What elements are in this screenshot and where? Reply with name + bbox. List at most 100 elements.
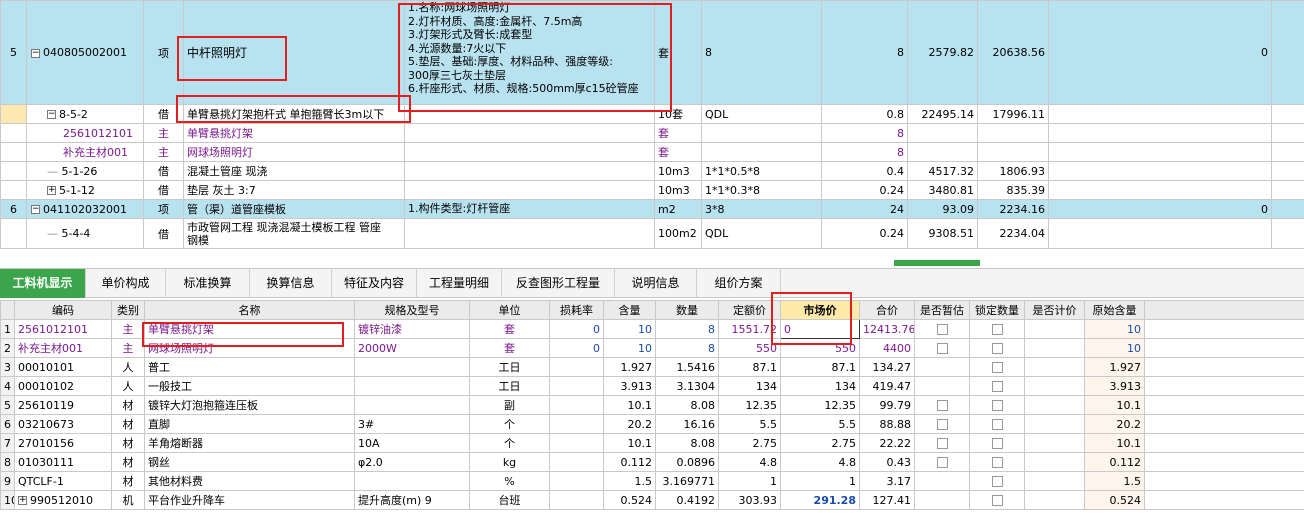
priced-checkbox[interactable] <box>1024 490 1085 510</box>
priced-checkbox[interactable] <box>1024 433 1085 453</box>
resource-row[interactable]: 2 补充主材001 主网球场照明灯 2000W 套 0 10 8 550 550 4400 10 <box>0 338 1304 358</box>
resource-code[interactable]: +990512010 <box>14 490 112 510</box>
checkbox-box[interactable] <box>936 419 948 430</box>
checkbox-box[interactable] <box>991 419 1003 430</box>
quantity-expression[interactable] <box>701 142 822 162</box>
provisional-checkbox[interactable] <box>914 433 970 453</box>
empty-cell[interactable] <box>1271 161 1304 181</box>
item-kind[interactable]: 主 <box>143 123 184 143</box>
market-price[interactable]: 2.75 <box>780 433 860 453</box>
item-unit[interactable]: 套 <box>654 123 702 143</box>
resource-quantity[interactable]: 0.0896 <box>655 452 719 472</box>
resource-unit[interactable]: % <box>469 471 550 491</box>
resource-code[interactable]: 25610119 <box>14 395 112 415</box>
item-row[interactable]: — 5-4-4 借市政管网工程 现浇混凝土模板工程 管座 钢模 100m2 QDL 0.2… <box>0 218 1304 249</box>
resource-name[interactable]: 钢丝 <box>144 452 355 472</box>
item-quantity[interactable]: 0.4 <box>821 161 908 181</box>
empty-cell[interactable] <box>1271 142 1304 162</box>
market-price[interactable]: 550 <box>780 338 860 358</box>
empty-cell[interactable] <box>1271 104 1304 124</box>
column-header[interactable]: 单位 <box>469 300 550 320</box>
resource-quantity[interactable]: 8 <box>655 338 719 358</box>
priced-checkbox[interactable] <box>1024 471 1085 491</box>
resource-content[interactable]: 10.1 <box>603 395 656 415</box>
collapse-icon[interactable]: − <box>31 205 40 214</box>
item-name[interactable]: 单臂悬挑灯架 <box>183 123 405 143</box>
resource-category[interactable]: 人 <box>111 357 145 377</box>
item-name[interactable]: 市政管网工程 现浇混凝土模板工程 管座 钢模 <box>183 218 405 249</box>
total-price[interactable] <box>977 123 1049 143</box>
item-kind[interactable]: 借 <box>143 161 184 181</box>
item-row[interactable]: +5-1-12 借垫层 灰土 3:7 10m3 1*1*0.3*8 0.24 3480.8… <box>0 180 1304 200</box>
extra-value[interactable] <box>1048 104 1272 124</box>
resource-spec[interactable]: 2000W <box>354 338 470 358</box>
item-row[interactable]: 5−040805002001 项中杆照明灯 1.名称:网球场照明灯 2.灯杆材质、高度… <box>0 0 1304 105</box>
resource-spec[interactable]: 提升高度(m) 9 <box>354 490 470 510</box>
expand-icon[interactable]: + <box>18 496 27 505</box>
column-header[interactable]: 定额价 <box>718 300 781 320</box>
item-name[interactable]: 管（渠）道管座模板 <box>183 199 405 219</box>
resource-spec[interactable] <box>354 357 470 377</box>
item-quantity[interactable]: 24 <box>821 199 908 219</box>
checkbox-box[interactable] <box>936 400 948 411</box>
market-price[interactable]: 12.35 <box>780 395 860 415</box>
resource-category[interactable]: 人 <box>111 376 145 396</box>
item-kind[interactable]: 项 <box>143 0 184 105</box>
resource-content[interactable]: 1.5 <box>603 471 656 491</box>
resource-name[interactable]: 羊角熔断器 <box>144 433 355 453</box>
market-price[interactable]: 5.5 <box>780 414 860 434</box>
loss-rate[interactable] <box>549 376 604 396</box>
quantity-expression[interactable] <box>701 123 822 143</box>
resource-name[interactable]: 一般技工 <box>144 376 355 396</box>
row-index[interactable] <box>0 218 27 249</box>
item-unit[interactable]: 10m3 <box>654 161 702 181</box>
resource-quantity[interactable]: 8 <box>655 319 719 339</box>
resource-unit[interactable]: 工日 <box>469 357 550 377</box>
resource-name[interactable]: 普工 <box>144 357 355 377</box>
column-header[interactable]: 名称 <box>144 300 355 320</box>
item-name[interactable]: 网球场照明灯 <box>183 142 405 162</box>
resource-row[interactable]: 6 03210673 材直脚 3# 个 20.2 16.16 5.5 5.5 88.88 20.2 <box>0 414 1304 434</box>
checkbox-box[interactable] <box>991 343 1003 354</box>
tab-1[interactable]: 工料机显示 <box>0 269 86 298</box>
column-header[interactable]: 是否暂估 <box>914 300 970 320</box>
resource-unit[interactable]: 套 <box>469 319 550 339</box>
resource-spec[interactable] <box>354 376 470 396</box>
resource-name[interactable]: 其他材料费 <box>144 471 355 491</box>
column-header[interactable]: 数量 <box>655 300 719 320</box>
unit-price[interactable]: 4517.32 <box>907 161 978 181</box>
column-header[interactable]: 市场价 <box>780 300 860 320</box>
resource-quantity[interactable]: 3.169771 <box>655 471 719 491</box>
extra-value[interactable]: 0 <box>1048 0 1272 105</box>
lock-quantity-checkbox[interactable] <box>969 414 1025 434</box>
item-unit[interactable]: m2 <box>654 199 702 219</box>
resource-content[interactable]: 0.112 <box>603 452 656 472</box>
market-price[interactable]: 291.28 <box>780 490 860 510</box>
lock-quantity-checkbox[interactable] <box>969 357 1025 377</box>
unit-price[interactable]: 22495.14 <box>907 104 978 124</box>
market-price[interactable]: 4.8 <box>780 452 860 472</box>
resource-content[interactable]: 1.927 <box>603 357 656 377</box>
item-code[interactable]: −041102032001 <box>26 199 144 219</box>
total-price[interactable]: 2234.16 <box>977 199 1049 219</box>
loss-rate[interactable] <box>549 414 604 434</box>
resource-code[interactable]: 03210673 <box>14 414 112 434</box>
provisional-checkbox[interactable] <box>914 357 970 377</box>
resource-code[interactable]: 2561012101 <box>14 319 112 339</box>
checkbox-box[interactable] <box>936 324 948 335</box>
row-index[interactable] <box>0 161 27 181</box>
item-row[interactable]: 2561012101 主单臂悬挑灯架 套 8 <box>0 123 1304 143</box>
lock-quantity-checkbox[interactable] <box>969 471 1025 491</box>
quantity-expression[interactable]: 8 <box>701 0 822 105</box>
provisional-checkbox[interactable] <box>914 471 970 491</box>
resource-content[interactable]: 0.524 <box>603 490 656 510</box>
item-name[interactable]: 中杆照明灯 <box>183 0 405 105</box>
resource-quantity[interactable]: 1.5416 <box>655 357 719 377</box>
quantity-expression[interactable]: QDL <box>701 104 822 124</box>
resource-category[interactable]: 主 <box>111 319 145 339</box>
resource-content[interactable]: 20.2 <box>603 414 656 434</box>
column-header[interactable]: 损耗率 <box>549 300 604 320</box>
resource-content[interactable]: 10 <box>603 338 656 358</box>
item-quantity[interactable]: 0.24 <box>821 180 908 200</box>
resource-quantity[interactable]: 16.16 <box>655 414 719 434</box>
